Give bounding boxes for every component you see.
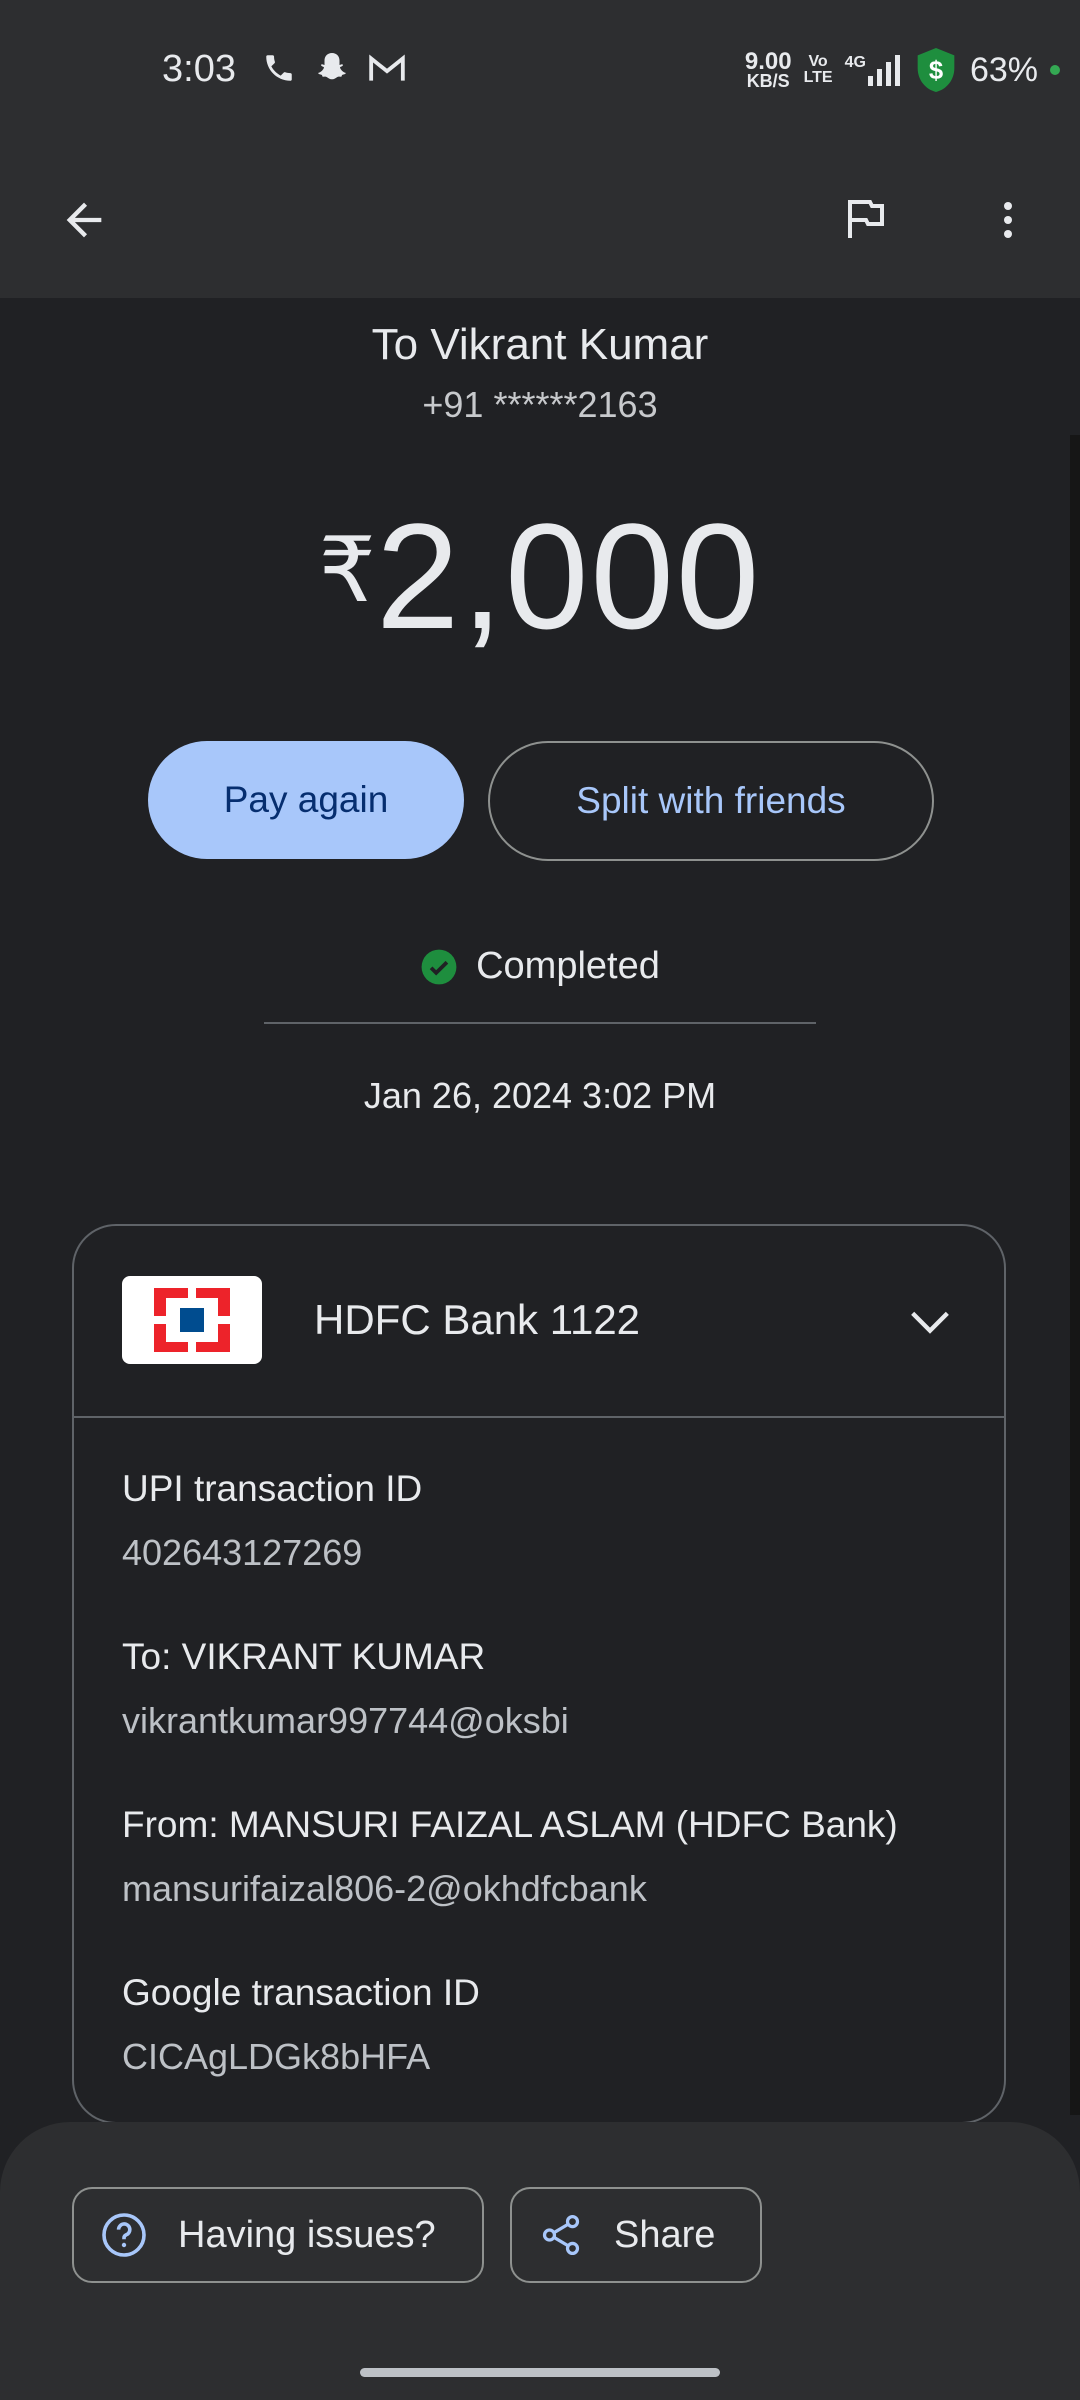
pay-again-button[interactable]: Pay again [148,741,464,859]
status-bar: 3:03 9.00 KB/S Vo LTE 4G $ 63% [0,0,1080,140]
from-upi-id: mansurifaizal806-2@okhdfcbank [122,1868,647,1909]
currency-symbol: ₹ [318,521,376,621]
svg-text:$: $ [929,57,943,85]
help-icon [102,2213,146,2257]
upi-transaction-id-value: 402643127269 [122,1532,363,1573]
having-issues-label: Having issues? [178,2213,436,2256]
volte-bottom: LTE [803,69,833,86]
back-arrow-icon [66,202,102,238]
google-transaction-id-label: Google transaction ID [122,1972,480,2013]
shield-dollar-icon: $ [917,48,955,92]
google-transaction-id: Google transaction ID CICAgLDGk8bHFA [122,1972,480,2078]
back-button[interactable] [44,180,124,260]
from-label: From: MANSURI FAIZAL ASLAM (HDFC Bank) [122,1804,898,1845]
more-options-button[interactable] [968,180,1048,260]
more-vert-icon [1004,202,1012,238]
payment-status: Completed [0,945,1080,988]
hdfc-logo [122,1276,262,1364]
gesture-home-bar[interactable] [360,2368,720,2377]
signal-bars-icon [867,55,900,86]
network-type: 4G [844,54,866,71]
net-speed-unit: KB/S [746,70,790,91]
net-speed-value: 9.00 [744,47,792,75]
divider [264,1022,816,1024]
signal-icon: 4G [845,54,902,86]
amount-value: 2,000 [375,492,762,660]
from-details: From: MANSURI FAIZAL ASLAM (HDFC Bank) m… [122,1804,898,1910]
upi-transaction-id-label: UPI transaction ID [122,1468,423,1509]
transaction-datetime: Jan 26, 2024 3:02 PM [363,1075,717,1116]
status-notification-icons [262,50,406,86]
battery-level: 63% [969,50,1038,89]
payee-name: To Vikrant Kumar [371,320,709,369]
volte-top: Vo [808,53,828,70]
privacy-dot [1050,65,1060,75]
app-bar [0,140,1080,298]
phone-icon [266,55,292,81]
status-time: 3:03 [162,48,236,90]
share-button[interactable]: Share [510,2187,762,2283]
share-icon [542,2214,580,2256]
bank-account-row[interactable]: HDFC Bank 1122 [74,1226,1004,1418]
having-issues-button[interactable]: Having issues? [72,2187,484,2283]
snapchat-icon [318,53,346,80]
google-transaction-id-value: CICAgLDGk8bHFA [122,2036,431,2077]
volte-indicator: Vo LTE [804,54,833,86]
amount: ₹2,000 [0,490,1080,663]
to-label: To: VIKRANT KUMAR [122,1636,486,1677]
net-speed: 9.00 KB/S [744,47,792,91]
bank-account-name: HDFC Bank 1122 [314,1296,641,1343]
status-system-icons: 9.00 KB/S Vo LTE 4G $ 63% [745,46,1060,94]
gmail-icon [369,54,405,81]
scrollbar[interactable] [1070,435,1080,2115]
share-label: Share [614,2213,716,2256]
transaction-details-card: HDFC Bank 1122 UPI transaction ID 402643… [72,1224,1006,2124]
hdfc-logo-mark [154,1288,230,1352]
chevron-down-icon[interactable] [904,1296,956,1348]
upi-transaction-id: UPI transaction ID 402643127269 [122,1468,422,1574]
flag-icon [848,200,884,238]
split-with-friends-button[interactable]: Split with friends [488,741,934,861]
status-text: Completed [476,945,660,987]
to-upi-id: vikrantkumar997744@oksbi [122,1700,569,1741]
payee-phone: +91 ******2163 [422,384,658,425]
to-details: To: VIKRANT KUMAR vikrantkumar997744@oks… [122,1636,569,1742]
report-button[interactable] [824,180,904,260]
check-circle-icon [421,949,457,984]
